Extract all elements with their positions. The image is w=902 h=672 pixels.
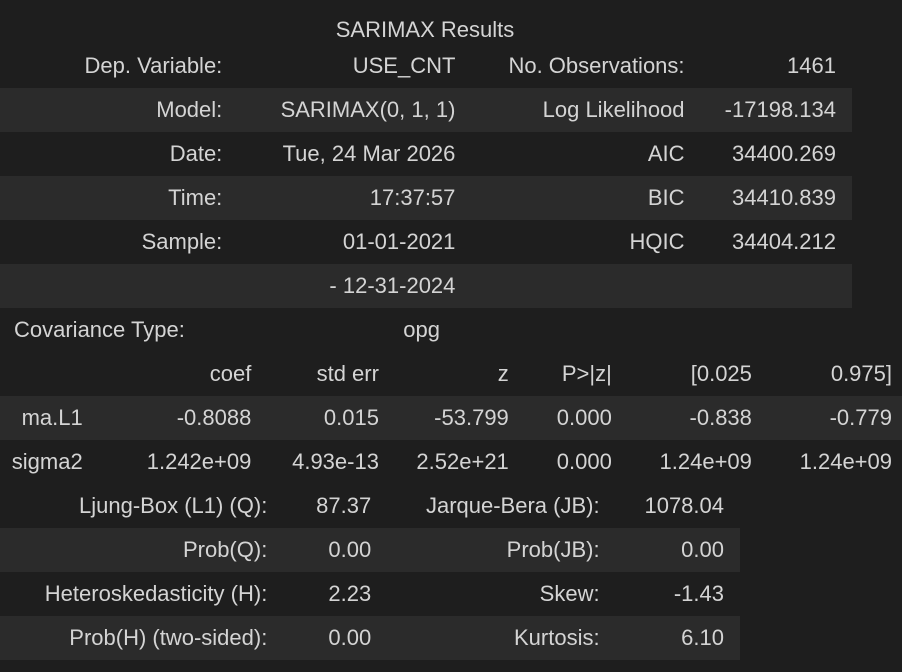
diagnostic-value: 0.00 [613,528,740,572]
covariance-value: opg [403,317,440,342]
table-cell: 1.242e+09 [146,449,252,474]
table-row: sigma2 1.242e+09 4.93e-13 2.52e+21 0.000… [0,440,902,484]
column-header: 0.975] [830,361,892,386]
summary-value: SARIMAX(0, 1, 1) [236,88,466,132]
table-row: Prob(H) (two-sided): 0.00 Kurtosis: 6.10 [0,616,740,660]
diagnostic-label: Prob(Q): [0,528,282,572]
covariance-table: Covariance Type: opg [0,308,460,352]
parameter-name: ma.L1 [0,396,95,440]
summary-label: Sample: [141,229,223,254]
diagnostic-label: Heteroskedasticity (H): [44,581,268,606]
column-header: std err [316,361,379,386]
diagnostic-label: Kurtosis: [381,616,614,660]
table-row: Ljung-Box (L1) (Q): 87.37 Jarque-Bera (J… [0,484,740,528]
summary-value: 01-01-2021 [342,229,456,254]
table-cell: 4.93e-13 [292,449,379,474]
table-cell: -0.838 [619,396,762,440]
diagnostic-value: 0.00 [281,616,382,660]
covariance-label: Covariance Type: [14,317,185,342]
table-cell: -0.8088 [94,396,256,440]
table-header-row: coef std err z P>|z| [0.025 0.975] [0,352,902,396]
summary-value: USE_CNT [352,53,456,78]
parameter-name: sigma2 [11,449,83,474]
diagnostic-value: 2.23 [328,581,372,606]
coefficients-table: coef std err z P>|z| [0.025 0.975] ma.L1… [0,352,902,484]
table-row: Model: SARIMAX(0, 1, 1) Log Likelihood -… [0,88,852,132]
table-row: Time: 17:37:57 BIC 34410.839 [0,176,852,220]
diagnostic-value: -1.43 [673,581,724,606]
diagnostic-label: Ljung-Box (L1) (Q): [79,493,268,518]
summary-label: BIC [465,176,697,220]
summary-label: Dep. Variable: [84,53,223,78]
summary-label: Time: [0,176,237,220]
table-row: ma.L1 -0.8088 0.015 -53.799 0.000 -0.838… [0,396,902,440]
diagnostic-value: 6.10 [613,616,740,660]
diagnostic-value: 0.00 [281,528,382,572]
results-title: SARIMAX Results [335,17,515,42]
column-header [0,352,95,396]
summary-label: Date: [169,141,223,166]
diagnostic-value: 1078.04 [644,493,724,518]
table-row: Covariance Type: opg [0,308,460,352]
table-cell: 1.24e+09 [799,449,892,474]
summary-value: 34404.212 [732,229,836,254]
diagnostic-label: Prob(H) (two-sided): [0,616,282,660]
summary-label: Log Likelihood [465,88,697,132]
column-header: [0.025 [690,361,752,386]
diagnostic-label: Skew: [539,581,600,606]
summary-value: 34400.269 [732,141,836,166]
table-row: Heteroskedasticity (H): 2.23 Skew: -1.43 [0,572,740,616]
summary-label: No. Observations: [508,53,685,78]
diagnostic-value: 87.37 [316,493,372,518]
summary-label: Model: [0,88,237,132]
summary-value: -17198.134 [696,88,852,132]
table-cell: 0.000 [556,449,612,474]
table-cell: -0.779 [761,396,902,440]
table-cell: 1.24e+09 [659,449,752,474]
summary-label: HQIC [629,229,685,254]
table-cell: 2.52e+21 [416,449,509,474]
summary-label [465,264,697,308]
column-header: P>|z| [561,361,612,386]
table-row: Dep. Variable: USE_CNT No. Observations:… [0,44,852,88]
sarimax-results-output: SARIMAX Results Dep. Variable: USE_CNT N… [0,0,902,672]
summary-value: 1461 [787,53,836,78]
table-row: Date: Tue, 24 Mar 2026 AIC 34400.269 [0,132,852,176]
summary-value: Tue, 24 Mar 2026 [282,141,456,166]
diagnostics-table: Ljung-Box (L1) (Q): 87.37 Jarque-Bera (J… [0,484,740,660]
summary-value [696,264,852,308]
table-cell: 0.015 [255,396,381,440]
table-row: - 12-31-2024 [0,264,852,308]
summary-label [0,264,237,308]
table-row: Sample: 01-01-2021 HQIC 34404.212 [0,220,852,264]
table-row: Prob(Q): 0.00 Prob(JB): 0.00 [0,528,740,572]
summary-value: 34410.839 [696,176,852,220]
column-header: coef [209,361,252,386]
column-header: z [497,361,509,386]
table-cell: -53.799 [380,396,515,440]
diagnostic-label: Jarque-Bera (JB): [425,493,600,518]
summary-label: AIC [647,141,685,166]
table-cell: 0.000 [514,396,620,440]
diagnostic-label: Prob(JB): [381,528,614,572]
summary-value: 17:37:57 [236,176,466,220]
summary-value: - 12-31-2024 [236,264,466,308]
model-summary-table: Dep. Variable: USE_CNT No. Observations:… [0,44,852,308]
